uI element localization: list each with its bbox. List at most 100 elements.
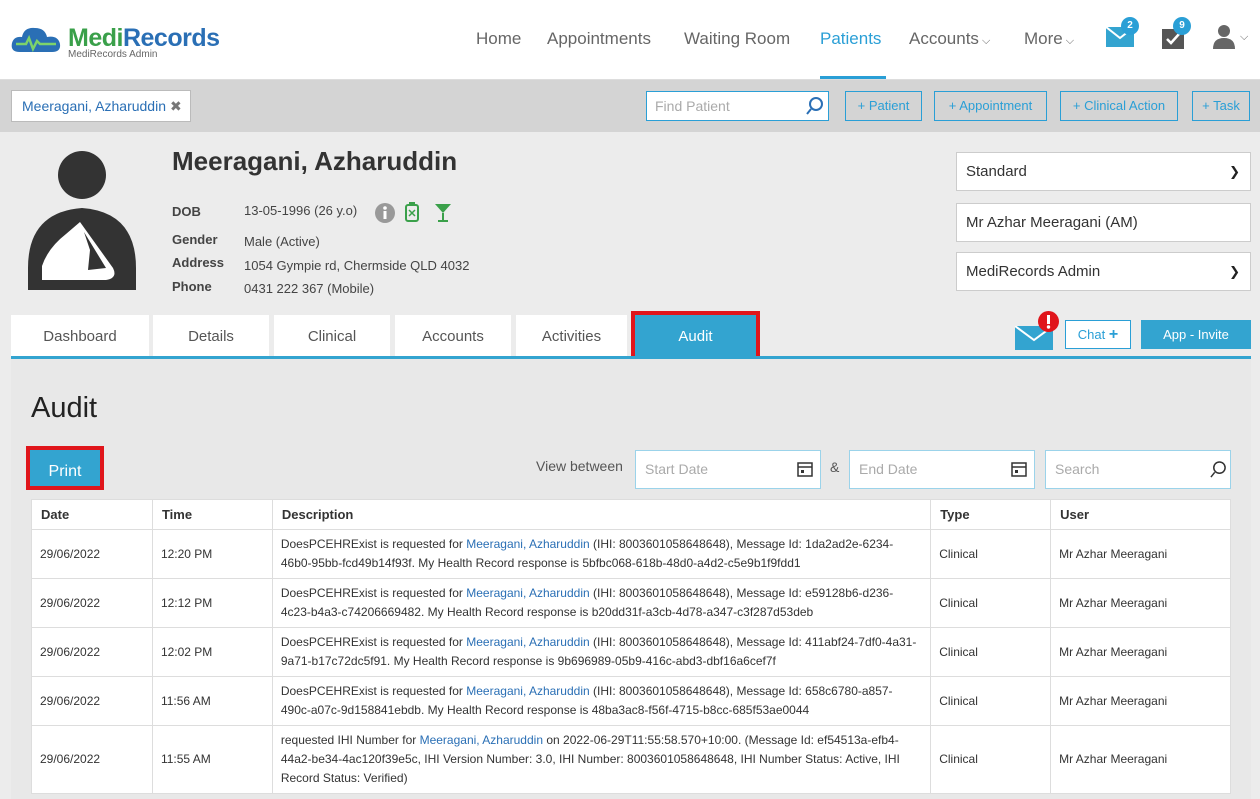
cell-user: Mr Azhar Meeragani bbox=[1050, 676, 1231, 726]
cloud-logo-icon bbox=[11, 27, 61, 53]
add-appointment-button[interactable]: + Appointment bbox=[934, 91, 1047, 121]
tab-activities[interactable]: Activities bbox=[516, 315, 627, 358]
column-header-description[interactable]: Description bbox=[271, 499, 932, 530]
provider-field-value: Mr Azhar Meeragani (AM) bbox=[966, 214, 1138, 231]
cell-date: 29/06/2022 bbox=[31, 578, 153, 628]
mail-count-badge: 2 bbox=[1121, 17, 1139, 35]
date-range-separator: & bbox=[830, 459, 840, 475]
cell-date: 29/06/2022 bbox=[31, 529, 153, 579]
search-icon[interactable] bbox=[1210, 461, 1227, 478]
column-header-type[interactable]: Type bbox=[930, 499, 1052, 530]
calendar-icon[interactable] bbox=[1011, 461, 1027, 477]
cell-time: 11:55 AM bbox=[151, 725, 273, 794]
find-patient-input[interactable] bbox=[646, 91, 829, 121]
cell-user: Mr Azhar Meeragani bbox=[1050, 529, 1231, 579]
end-date-input[interactable]: End Date bbox=[849, 450, 1035, 489]
table-header-row: Date Time Description Type User bbox=[31, 499, 1231, 530]
gender-value: Male (Active) bbox=[244, 234, 320, 249]
phone-value: 0431 222 367 (Mobile) bbox=[244, 281, 375, 296]
nav-waiting-room[interactable]: Waiting Room bbox=[684, 29, 790, 49]
context-bar: Meeragani, Azharuddin✖ + Patient + Appoi… bbox=[0, 80, 1260, 132]
nav-accounts-label: Accounts bbox=[909, 29, 979, 48]
cell-date: 29/06/2022 bbox=[31, 627, 153, 677]
user-avatar-icon[interactable] bbox=[1213, 24, 1235, 49]
gender-label: Gender bbox=[172, 232, 218, 247]
provider-field[interactable]: Mr Azhar Meeragani (AM) bbox=[956, 203, 1251, 242]
close-icon[interactable]: ✖ bbox=[170, 98, 182, 114]
address-label: Address bbox=[172, 255, 225, 270]
view-between-label: View between bbox=[536, 458, 623, 474]
open-patient-label: Meeragani, Azharuddin bbox=[22, 98, 166, 114]
brand-subtitle: MediRecords Admin bbox=[68, 49, 158, 60]
description-text: DoesPCEHRExist is requested for bbox=[280, 586, 467, 600]
tab-accounts[interactable]: Accounts bbox=[395, 315, 511, 358]
open-patient-chip[interactable]: Meeragani, Azharuddin ✖ bbox=[11, 90, 191, 122]
nav-patients[interactable]: Patients bbox=[820, 29, 881, 49]
start-date-input[interactable]: Start Date bbox=[635, 450, 821, 489]
add-patient-button[interactable]: + Patient bbox=[845, 91, 922, 121]
cell-type: Clinical bbox=[930, 578, 1052, 628]
cell-description: DoesPCEHRExist is requested for Meeragan… bbox=[271, 627, 932, 677]
tab-dashboard[interactable]: Dashboard bbox=[11, 315, 149, 358]
table-row: 29/06/2022 12:02 PM DoesPCEHRExist is re… bbox=[31, 627, 1231, 677]
app-invite-button[interactable]: App - Invite bbox=[1141, 320, 1251, 349]
patient-link[interactable]: Meeragani, Azharuddin bbox=[466, 537, 589, 551]
brand-logo[interactable]: MediRecords MediRecords Admin bbox=[10, 18, 250, 68]
patient-link[interactable]: Meeragani, Azharuddin bbox=[466, 684, 589, 698]
column-header-time[interactable]: Time bbox=[151, 499, 273, 530]
audit-table: Date Time Description Type User 29/06/20… bbox=[31, 499, 1231, 794]
page-title: Audit bbox=[31, 392, 98, 424]
nav-appointments[interactable]: Appointments bbox=[547, 29, 651, 49]
search-icon[interactable] bbox=[806, 97, 824, 115]
practice-select[interactable]: MediRecords Admin ❯ bbox=[956, 252, 1251, 291]
calendar-icon[interactable] bbox=[797, 461, 813, 477]
column-header-date[interactable]: Date bbox=[31, 499, 153, 530]
description-text: DoesPCEHRExist is requested for bbox=[280, 537, 467, 551]
chevron-down-icon: ⌵ bbox=[1065, 35, 1075, 47]
chat-button-label: Chat bbox=[1077, 327, 1106, 342]
smoking-status-icon[interactable] bbox=[405, 202, 419, 222]
add-task-button[interactable]: + Task bbox=[1192, 91, 1250, 121]
cell-user: Mr Azhar Meeragani bbox=[1050, 627, 1231, 677]
cell-date: 29/06/2022 bbox=[31, 725, 153, 794]
description-text: requested IHI Number for bbox=[280, 733, 420, 747]
description-text: DoesPCEHRExist is requested for bbox=[280, 635, 467, 649]
cell-description: DoesPCEHRExist is requested for Meeragan… bbox=[271, 676, 932, 726]
chat-button[interactable]: Chat + bbox=[1065, 320, 1131, 349]
cell-type: Clinical bbox=[930, 529, 1052, 579]
patient-link[interactable]: Meeragani, Azharuddin bbox=[420, 733, 543, 747]
print-button[interactable]: Print bbox=[26, 446, 104, 490]
alcohol-status-icon[interactable] bbox=[434, 202, 452, 222]
table-row: 29/06/2022 12:12 PM DoesPCEHRExist is re… bbox=[31, 578, 1231, 628]
start-date-placeholder: Start Date bbox=[645, 461, 709, 477]
cell-user: Mr Azhar Meeragani bbox=[1050, 578, 1231, 628]
audit-search-placeholder: Search bbox=[1055, 461, 1100, 477]
audit-search-input[interactable]: Search bbox=[1045, 450, 1231, 489]
add-clinical-action-button[interactable]: + Clinical Action bbox=[1060, 91, 1178, 121]
nav-home[interactable]: Home bbox=[476, 29, 521, 49]
info-icon[interactable] bbox=[375, 203, 395, 223]
cell-time: 11:56 AM bbox=[151, 676, 273, 726]
plus-icon: + bbox=[1108, 326, 1119, 343]
cell-time: 12:12 PM bbox=[151, 578, 273, 628]
chevron-down-icon: ❯ bbox=[1229, 164, 1240, 179]
dob-value: 13-05-1996 (26 y.o) bbox=[244, 203, 358, 218]
tab-clinical[interactable]: Clinical bbox=[274, 315, 390, 358]
patient-link[interactable]: Meeragani, Azharuddin bbox=[466, 635, 589, 649]
nav-accounts[interactable]: Accounts ⌵ bbox=[909, 29, 990, 49]
tab-details[interactable]: Details bbox=[153, 315, 269, 358]
nav-more[interactable]: More ⌵ bbox=[1024, 29, 1074, 49]
address-value: 1054 Gympie rd, Chermside QLD 4032 bbox=[244, 258, 470, 273]
dob-label: DOB bbox=[172, 204, 201, 219]
column-header-user[interactable]: User bbox=[1050, 499, 1231, 530]
chevron-down-icon[interactable]: ⌵ bbox=[1240, 31, 1248, 44]
tab-audit[interactable]: Audit bbox=[631, 311, 760, 363]
practice-select-value: MediRecords Admin bbox=[966, 263, 1101, 280]
patient-link[interactable]: Meeragani, Azharuddin bbox=[466, 586, 589, 600]
chevron-down-icon: ⌵ bbox=[981, 35, 991, 47]
table-row: 29/06/2022 11:56 AM DoesPCEHRExist is re… bbox=[31, 676, 1231, 726]
cell-type: Clinical bbox=[930, 725, 1052, 794]
alert-icon bbox=[1038, 311, 1059, 332]
description-text: DoesPCEHRExist is requested for bbox=[280, 684, 467, 698]
template-select[interactable]: Standard ❯ bbox=[956, 152, 1251, 191]
